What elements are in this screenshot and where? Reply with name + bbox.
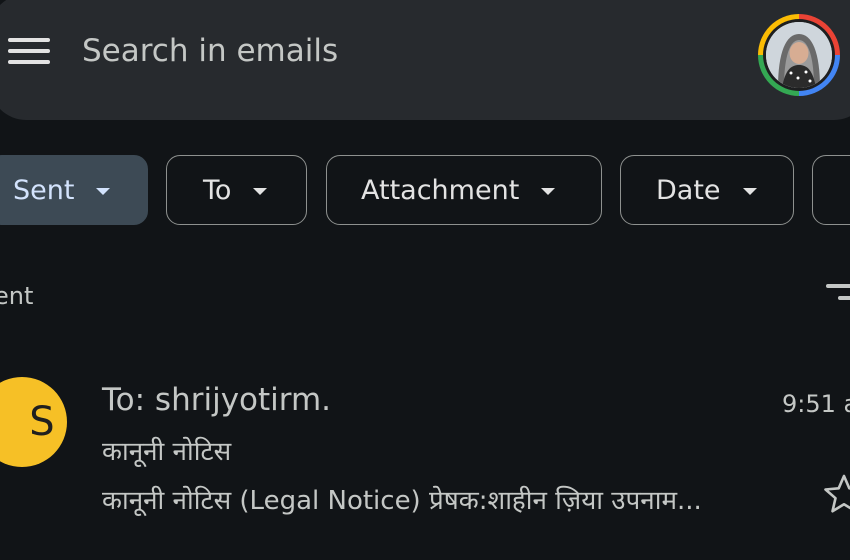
filter-chip-date[interactable]: Date bbox=[620, 155, 794, 225]
sort-filter-icon[interactable] bbox=[826, 284, 850, 312]
caret-down-icon bbox=[253, 187, 268, 195]
sender-initial: S bbox=[29, 399, 55, 445]
search-bar[interactable] bbox=[0, 0, 850, 120]
gmail-screen: Sent To Attachment Date ent S To: shrijy… bbox=[0, 0, 850, 560]
profile-photo bbox=[766, 22, 832, 88]
caret-down-icon bbox=[742, 187, 757, 195]
filter-chip-attachment[interactable]: Attachment bbox=[326, 155, 602, 225]
star-outline-icon[interactable] bbox=[822, 472, 850, 516]
avatar[interactable] bbox=[758, 14, 840, 96]
filter-chip-sent[interactable]: Sent bbox=[0, 155, 148, 225]
chip-label: To bbox=[203, 174, 232, 206]
email-subject: कानूनी नोटिस bbox=[102, 437, 232, 467]
chip-label: Sent bbox=[13, 174, 75, 206]
caret-down-icon bbox=[96, 187, 111, 195]
sender-avatar: S bbox=[0, 377, 67, 467]
section-label: ent bbox=[0, 282, 34, 310]
chip-label: Attachment bbox=[361, 174, 520, 206]
email-snippet: कानूनी नोटिस (Legal Notice) प्रेषक:शाहीन… bbox=[102, 486, 702, 516]
chip-label: Date bbox=[656, 174, 721, 206]
email-time: 9:51 a bbox=[782, 390, 850, 418]
filter-chip-partial[interactable] bbox=[812, 155, 850, 225]
hamburger-menu-icon[interactable] bbox=[8, 36, 50, 66]
email-recipient: To: shrijyotirm. bbox=[102, 382, 332, 418]
search-input[interactable] bbox=[82, 30, 702, 72]
caret-down-icon bbox=[541, 187, 556, 195]
filter-chip-to[interactable]: To bbox=[166, 155, 307, 225]
email-list-item[interactable]: S To: shrijyotirm. 9:51 a कानूनी नोटिस क… bbox=[0, 360, 850, 530]
